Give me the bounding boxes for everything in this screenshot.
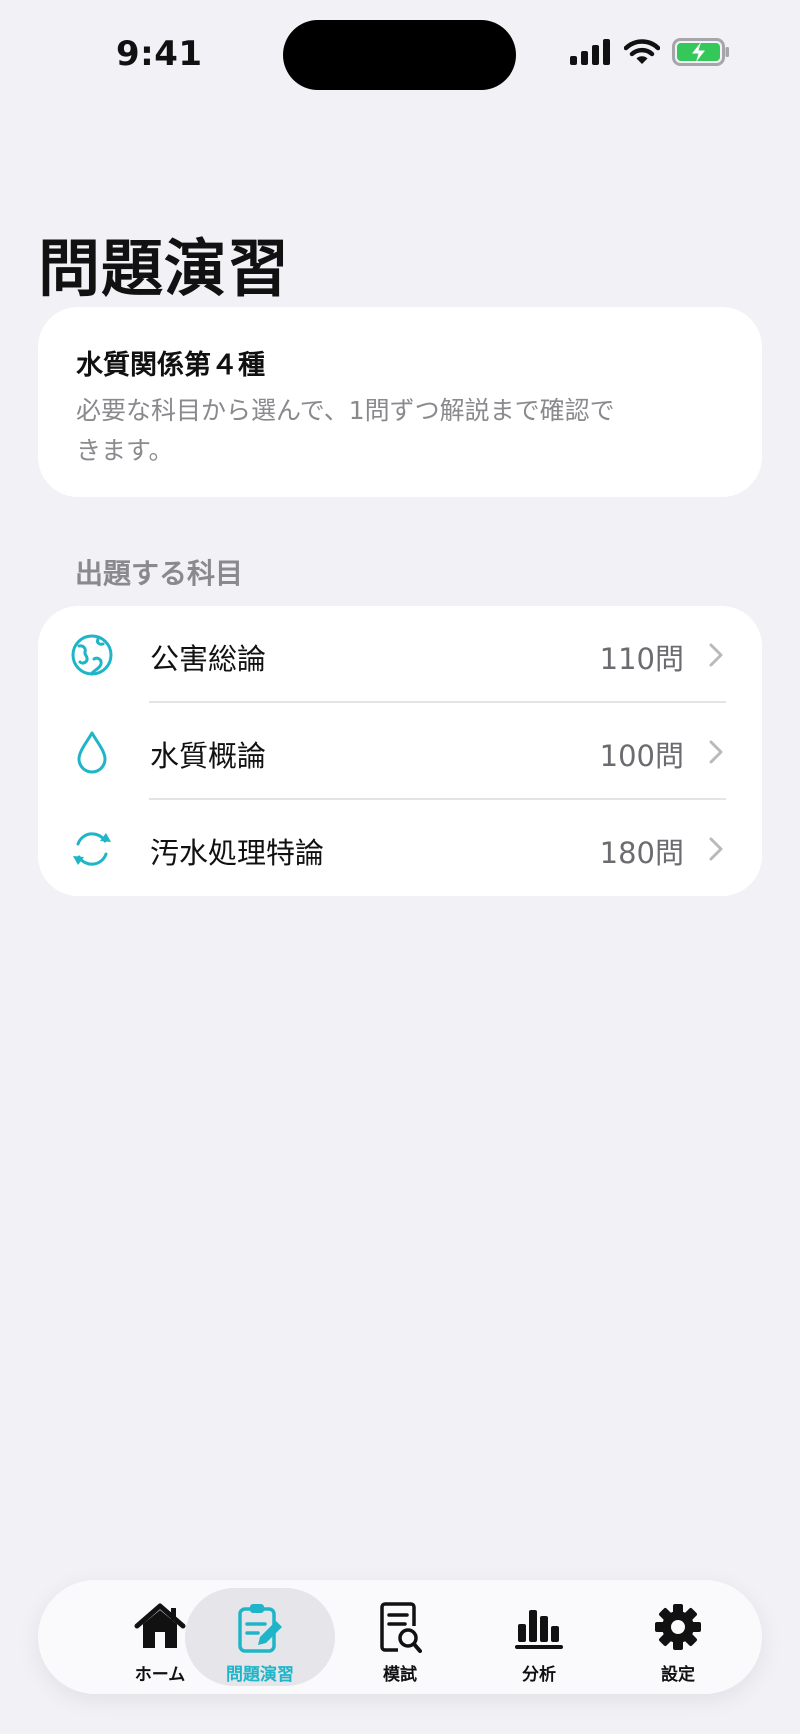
subject-row-water-quality[interactable]: 水質概論 100問 xyxy=(38,703,762,800)
tab-label: 問題演習 xyxy=(226,1665,294,1685)
document-search-icon xyxy=(380,1602,422,1653)
gear-icon xyxy=(655,1604,701,1650)
cellular-signal-icon xyxy=(570,39,610,65)
battery-charging-icon xyxy=(672,38,729,66)
subject-name: 水質概論 xyxy=(150,739,267,773)
tab-practice[interactable]: 問題演習 xyxy=(185,1588,335,1686)
subject-row-wastewater-treatment[interactable]: 汚水処理特論 180問 xyxy=(38,800,762,896)
status-time: 9:41 xyxy=(116,34,203,74)
subject-row-pollution-overview[interactable]: 公害総論 110問 xyxy=(38,606,762,703)
section-label: 出題する科目 xyxy=(75,557,244,590)
tab-settings[interactable]: 設定 xyxy=(603,1588,753,1686)
bar-chart-icon xyxy=(515,1610,563,1649)
home-icon xyxy=(134,1603,186,1648)
subject-question-count: 110問 xyxy=(599,642,684,676)
subject-name: 汚水処理特論 xyxy=(150,836,325,870)
tab-label: 模試 xyxy=(383,1665,417,1685)
wifi-icon xyxy=(624,39,660,64)
status-bar: 9:41 xyxy=(0,0,800,110)
recycle-arrows-icon xyxy=(73,832,111,866)
tab-bar: ホーム 問題演習 模試 分析 設定 xyxy=(38,1580,762,1694)
screen: 9:41 問題演習 水質関係第４種 必要な科目から選んで、1問ずつ解説まで確認で… xyxy=(0,0,800,1734)
tab-label: 設定 xyxy=(661,1665,695,1685)
subject-question-count: 100問 xyxy=(599,739,684,773)
subject-question-count: 180問 xyxy=(599,836,684,870)
tab-analysis[interactable]: 分析 xyxy=(464,1588,614,1686)
chevron-right-icon xyxy=(709,643,723,667)
status-icons xyxy=(570,38,730,66)
subject-list: 公害総論 110問 水質概論 100問 汚水処理特論 180問 xyxy=(38,606,762,896)
chevron-right-icon xyxy=(709,837,723,861)
tab-mock-exam[interactable]: 模試 xyxy=(325,1588,475,1686)
exam-category-title: 水質関係第４種 xyxy=(76,350,265,381)
water-drop-icon xyxy=(77,731,107,774)
tab-label: 分析 xyxy=(522,1665,556,1685)
globe-icon xyxy=(71,634,113,676)
subject-name: 公害総論 xyxy=(150,642,267,676)
intro-description: 必要な科目から選んで、1問ずつ解説まで確認できます。 xyxy=(76,396,615,465)
dynamic-island xyxy=(283,20,516,90)
intro-card: 水質関係第４種 必要な科目から選んで、1問ずつ解説まで確認できます。 xyxy=(38,307,762,497)
clipboard-edit-icon xyxy=(238,1604,282,1653)
chevron-right-icon xyxy=(709,740,723,764)
page-title: 問題演習 xyxy=(38,232,291,305)
